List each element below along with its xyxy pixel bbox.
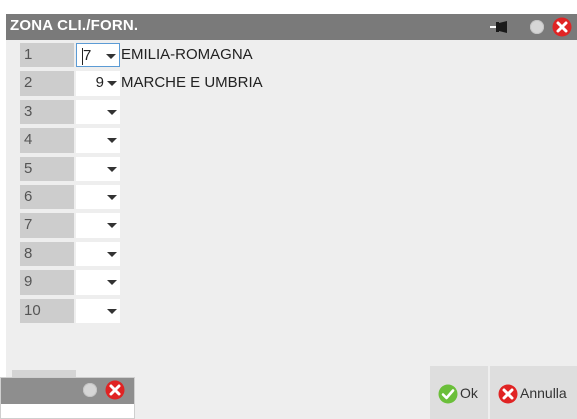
- cancel-button-label: Annulla: [520, 385, 567, 401]
- minimized-window-titlebar: [1, 378, 134, 404]
- zone-code-combo[interactable]: 9: [76, 71, 120, 96]
- chevron-down-icon[interactable]: [107, 166, 117, 172]
- row-number: 2: [20, 71, 74, 96]
- chevron-down-icon[interactable]: [107, 280, 117, 286]
- chevron-down-icon[interactable]: [107, 138, 117, 144]
- row-number: 5: [20, 156, 74, 181]
- row-number: 6: [20, 184, 74, 210]
- zone-code-combo[interactable]: [76, 213, 120, 238]
- chevron-down-icon[interactable]: [107, 223, 117, 229]
- row-number: 1: [20, 43, 74, 68]
- zone-code-combo[interactable]: [76, 298, 120, 323]
- close-icon[interactable]: [105, 380, 125, 400]
- row-number: 8: [20, 241, 74, 267]
- close-icon: [498, 384, 518, 404]
- chevron-down-icon[interactable]: [106, 54, 116, 59]
- zone-description: EMILIA-ROMAGNA: [121, 46, 253, 63]
- chevron-down-icon[interactable]: [107, 308, 117, 314]
- zone-code-combo[interactable]: [76, 156, 120, 181]
- zone-description: MARCHE E UMBRIA: [121, 74, 263, 92]
- ok-button-label: Ok: [460, 385, 478, 401]
- dot-icon[interactable]: [83, 383, 97, 397]
- checkmark-icon: [438, 384, 458, 404]
- pin-icon[interactable]: [490, 19, 508, 35]
- row-number: 3: [20, 99, 74, 125]
- row-number: 4: [20, 128, 74, 153]
- zone-code-value: 9: [95, 74, 104, 92]
- chevron-down-icon[interactable]: [107, 251, 117, 257]
- dot-icon[interactable]: [530, 20, 544, 34]
- zone-window: ZONA CLI./FORN. 1 7 EMILIA-ROMAGNA 2 9 M…: [6, 14, 577, 419]
- window-title: ZONA CLI./FORN.: [10, 17, 139, 34]
- row-number: 10: [20, 298, 74, 323]
- zone-code-combo[interactable]: [76, 99, 120, 125]
- minimized-window: [0, 377, 135, 419]
- chevron-down-icon[interactable]: [107, 109, 117, 115]
- row-number: 7: [20, 213, 74, 238]
- chevron-down-icon[interactable]: [107, 81, 117, 87]
- cancel-button[interactable]: Annulla: [490, 366, 577, 419]
- zone-code-combo[interactable]: [76, 241, 120, 267]
- close-icon[interactable]: [552, 17, 572, 37]
- zone-code-combo[interactable]: [76, 128, 120, 153]
- zone-code-combo[interactable]: 7: [76, 43, 120, 68]
- zone-code-combo[interactable]: [76, 270, 120, 295]
- chevron-down-icon[interactable]: [107, 194, 117, 200]
- window-titlebar: ZONA CLI./FORN.: [6, 14, 577, 40]
- zone-code-value: 7: [83, 47, 92, 64]
- zone-code-combo[interactable]: [76, 184, 120, 210]
- ok-button[interactable]: Ok: [430, 366, 488, 419]
- row-number: 9: [20, 270, 74, 295]
